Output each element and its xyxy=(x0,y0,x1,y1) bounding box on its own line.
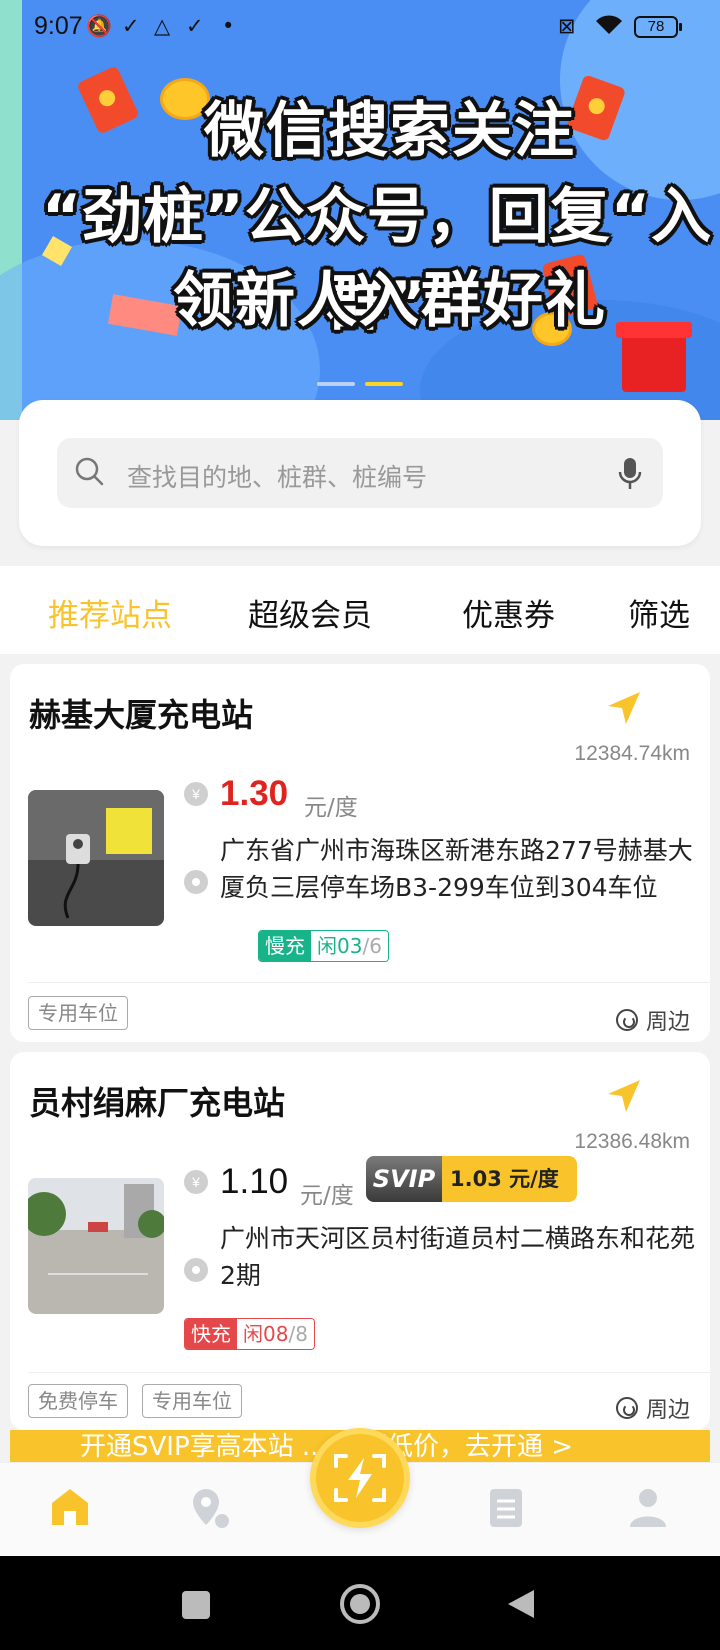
yen-icon: ¥ xyxy=(184,782,208,806)
station-photo xyxy=(28,1178,164,1314)
total-value: /8 xyxy=(288,1322,308,1346)
nearby-button[interactable]: 周边 xyxy=(615,1004,690,1036)
station-price: 1.30 xyxy=(220,774,289,813)
station-address: 广州市天河区员村街道员村二横路东和花苑2期 xyxy=(220,1224,696,1290)
tag-dedicated-parking: 专用车位 xyxy=(142,1384,242,1418)
home-icon[interactable] xyxy=(48,1485,92,1529)
station-distance: 12386.48km xyxy=(574,1130,690,1153)
dot-icon: • xyxy=(222,14,235,38)
map-icon[interactable] xyxy=(188,1485,232,1529)
station-card[interactable]: 赫基大厦充电站 12384.74km ¥ 1.30 元/度 广东省广州市海珠区新… xyxy=(10,664,710,1042)
tab-super-member[interactable]: 超级会员 xyxy=(248,590,372,635)
charger-availability-chip: 快充 闲08/8 xyxy=(184,1318,315,1350)
navigate-icon[interactable] xyxy=(604,688,644,728)
home-button[interactable] xyxy=(340,1584,380,1624)
location-pin-icon xyxy=(184,870,208,894)
carousel-indicator xyxy=(0,382,720,386)
price-unit: 元/度 xyxy=(304,795,358,821)
price-unit: 元/度 xyxy=(300,1183,354,1209)
location-pin-icon xyxy=(184,1258,208,1282)
nearby-label: 周边 xyxy=(645,1398,690,1423)
tag-free-parking: 免费停车 xyxy=(28,1384,128,1418)
search-card: 查找目的地、桩群、桩编号 xyxy=(19,400,701,546)
status-time: 9:07 xyxy=(34,12,83,40)
mute-icon: 🔕 xyxy=(86,14,113,38)
banner-line-1: 微信搜索关注 xyxy=(204,96,576,166)
tab-coupons[interactable]: 优惠券 xyxy=(462,590,555,635)
svip-price: 1.03 元/度 xyxy=(442,1156,577,1202)
divider xyxy=(28,1372,710,1373)
app-root: 微信搜索关注 “劲桩”公众号，回复“入群” 领新人入群好礼 9:07 🔕 ✓ △… xyxy=(0,0,720,1650)
station-name: 赫基大厦充电站 xyxy=(29,696,254,734)
system-navigation-bar xyxy=(0,1556,720,1650)
idle-count: 闲08/8 xyxy=(237,1319,314,1349)
total-value: /6 xyxy=(362,934,382,958)
radar-icon xyxy=(615,1009,638,1031)
tab-recommended[interactable]: 推荐站点 xyxy=(48,590,172,635)
check-icon: ✓ xyxy=(122,14,140,38)
charger-availability-chip: 慢充 闲03/6 xyxy=(258,930,389,962)
station-distance: 12384.74km xyxy=(574,742,690,765)
drive-icon: △ xyxy=(154,14,171,38)
tag-dedicated-parking: 专用车位 xyxy=(28,996,128,1030)
divider xyxy=(28,982,710,983)
station-photo xyxy=(28,790,164,926)
check-icon: ✓ xyxy=(186,14,204,38)
wifi-icon xyxy=(594,14,624,41)
idle-label: 闲 xyxy=(317,934,337,958)
svip-price-badge: SVIP 1.03 元/度 xyxy=(366,1156,577,1202)
charge-type: 快充 xyxy=(185,1319,237,1349)
yen-icon: ¥ xyxy=(184,1170,208,1194)
home-button-dot xyxy=(350,1594,370,1614)
station-price: 1.10 xyxy=(220,1162,289,1201)
banner-line-3: 领新人入群好礼 xyxy=(173,266,607,336)
search-placeholder: 查找目的地、桩群、桩编号 xyxy=(127,463,428,492)
scan-charge-icon xyxy=(334,1454,386,1502)
nearby-button[interactable]: 周边 xyxy=(615,1392,690,1424)
microphone-icon[interactable] xyxy=(617,456,643,492)
tab-filter[interactable]: 筛选 xyxy=(628,590,690,635)
radar-icon xyxy=(615,1397,638,1419)
promo-banner[interactable]: 微信搜索关注 “劲桩”公众号，回复“入群” 领新人入群好礼 xyxy=(0,0,720,420)
carousel-dot xyxy=(317,382,355,386)
nearby-label: 周边 xyxy=(645,1010,690,1035)
carousel-dot-active xyxy=(365,382,403,386)
navigate-icon[interactable] xyxy=(604,1076,644,1116)
search-icon xyxy=(75,457,104,486)
orders-icon[interactable] xyxy=(484,1485,528,1529)
station-address: 广东省广州市海珠区新港东路277号赫基大厦负三层停车场B3-299车位到304车… xyxy=(220,836,693,902)
status-bar: 9:07 🔕 ✓ △ ✓ • ⊠ 78 xyxy=(0,0,720,54)
station-card[interactable]: 员村绢麻厂充电站 12386.48km ¥ 1.10 元/度 SVIP 1.03… xyxy=(10,1052,710,1430)
back-button[interactable] xyxy=(506,1588,536,1620)
no-sim-icon: ⊠ xyxy=(558,14,576,38)
recents-button[interactable] xyxy=(182,1591,210,1619)
idle-value: 08 xyxy=(263,1322,289,1346)
charge-type: 慢充 xyxy=(259,931,311,961)
profile-icon[interactable] xyxy=(626,1485,670,1529)
idle-count: 闲03/6 xyxy=(311,931,388,961)
svip-label: SVIP xyxy=(366,1156,442,1202)
scan-charge-button[interactable] xyxy=(310,1428,410,1528)
search-input[interactable]: 查找目的地、桩群、桩编号 xyxy=(57,438,663,508)
idle-label: 闲 xyxy=(243,1322,263,1346)
idle-value: 03 xyxy=(337,934,363,958)
station-name: 员村绢麻厂充电站 xyxy=(29,1084,286,1122)
battery-icon: 78 xyxy=(634,16,682,38)
filter-tabs: 推荐站点 超级会员 优惠券 筛选 xyxy=(0,566,720,654)
